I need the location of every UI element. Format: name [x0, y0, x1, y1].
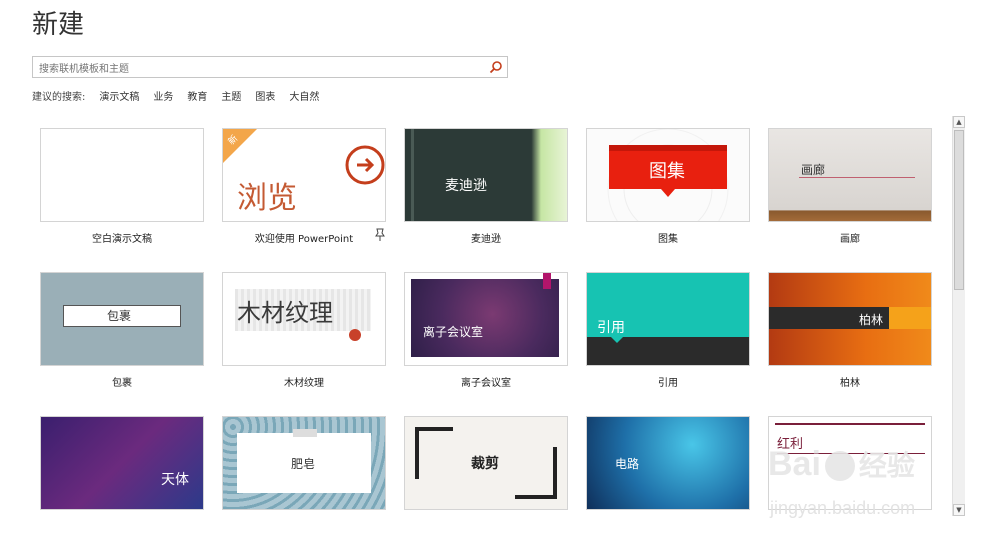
template-thumbnail[interactable]: 新 浏览: [222, 128, 386, 222]
vertical-scrollbar[interactable]: ▲ ▼: [952, 116, 965, 516]
suggested-link[interactable]: 大自然: [289, 88, 319, 103]
scroll-up-icon[interactable]: ▲: [953, 116, 965, 128]
suggested-link[interactable]: 图表: [255, 88, 275, 103]
template-thumbnail[interactable]: 裁剪: [404, 416, 568, 510]
ion-thumb-text: 离子会议室: [423, 325, 484, 339]
template-label: 引用: [658, 378, 678, 389]
welcome-thumb-text: 浏览: [237, 181, 297, 216]
scrollbar-thumb[interactable]: [954, 130, 964, 290]
template-thumbnail[interactable]: 红利: [768, 416, 932, 510]
suggested-link[interactable]: 教育: [187, 88, 207, 103]
soap-thumb-text: 肥皂: [291, 457, 316, 471]
template-thumbnail[interactable]: 引用: [586, 272, 750, 366]
circuit-thumb-text: 电路: [615, 457, 640, 471]
template-thumbnail[interactable]: 画廊: [768, 128, 932, 222]
template-label: 离子会议室: [461, 378, 511, 389]
template-label: 画廊: [840, 234, 860, 245]
template-label: 麦迪逊: [471, 234, 501, 245]
search-input[interactable]: [33, 59, 479, 80]
pin-icon[interactable]: [374, 228, 386, 242]
dividend-topline: [775, 423, 925, 425]
celestial-thumb-text: 天体: [161, 472, 189, 488]
quote-thumb-text: 引用: [597, 320, 625, 336]
quote-notch: [611, 337, 623, 343]
template-thumbnail[interactable]: 天体: [40, 416, 204, 510]
ion-accent: [543, 273, 551, 289]
wood-thumb-text: 木材纹理: [237, 299, 333, 327]
search-icon[interactable]: [489, 60, 503, 74]
ion-panel: [411, 279, 559, 357]
wood-dot: [349, 329, 361, 341]
template-thumbnail[interactable]: 肥皂: [222, 416, 386, 510]
parcel-thumb-text: 包裹: [107, 309, 132, 323]
template-label: 柏林: [840, 378, 860, 389]
suggested-searches: 建议的搜索: 演示文稿 业务 教育 主题 图表 大自然: [32, 88, 319, 103]
scroll-down-icon[interactable]: ▼: [953, 504, 965, 516]
template-thumbnail[interactable]: [40, 128, 204, 222]
berlin-tab: [889, 307, 931, 329]
madison-thumb-text: 麦迪逊: [445, 178, 487, 194]
template-thumbnail[interactable]: 麦迪逊: [404, 128, 568, 222]
gallery-thumb-text: 画廊: [801, 163, 826, 177]
madison-bar: [411, 129, 414, 221]
dividend-thumb-text: 红利: [777, 437, 804, 452]
template-label: 图集: [658, 234, 678, 245]
berlin-thumb-text: 柏林: [859, 313, 884, 327]
suggested-link[interactable]: 演示文稿: [99, 88, 139, 103]
template-thumbnail[interactable]: 包裹: [40, 272, 204, 366]
suggested-prefix: 建议的搜索:: [32, 92, 86, 103]
suggested-link[interactable]: 主题: [221, 88, 241, 103]
template-thumbnail[interactable]: 图集: [586, 128, 750, 222]
crop-thumb-text: 裁剪: [471, 456, 499, 472]
dividend-underline: [777, 453, 925, 454]
template-thumbnail[interactable]: 木材纹理: [222, 272, 386, 366]
suggested-link[interactable]: 业务: [153, 88, 173, 103]
template-label: 木材纹理: [284, 378, 324, 389]
search-box[interactable]: [32, 56, 508, 80]
template-label: 包裹: [112, 378, 132, 389]
soap-tag: [293, 429, 317, 437]
page-title: 新建: [32, 10, 85, 40]
template-label: 空白演示文稿: [92, 234, 152, 245]
template-thumbnail[interactable]: 柏林: [768, 272, 932, 366]
template-thumbnail[interactable]: 电路: [586, 416, 750, 510]
template-thumbnail[interactable]: 离子会议室: [404, 272, 568, 366]
atlas-thumb-text: 图集: [649, 161, 685, 182]
gallery-line: [799, 177, 915, 178]
template-label: 欢迎使用 PowerPoint: [254, 234, 354, 245]
